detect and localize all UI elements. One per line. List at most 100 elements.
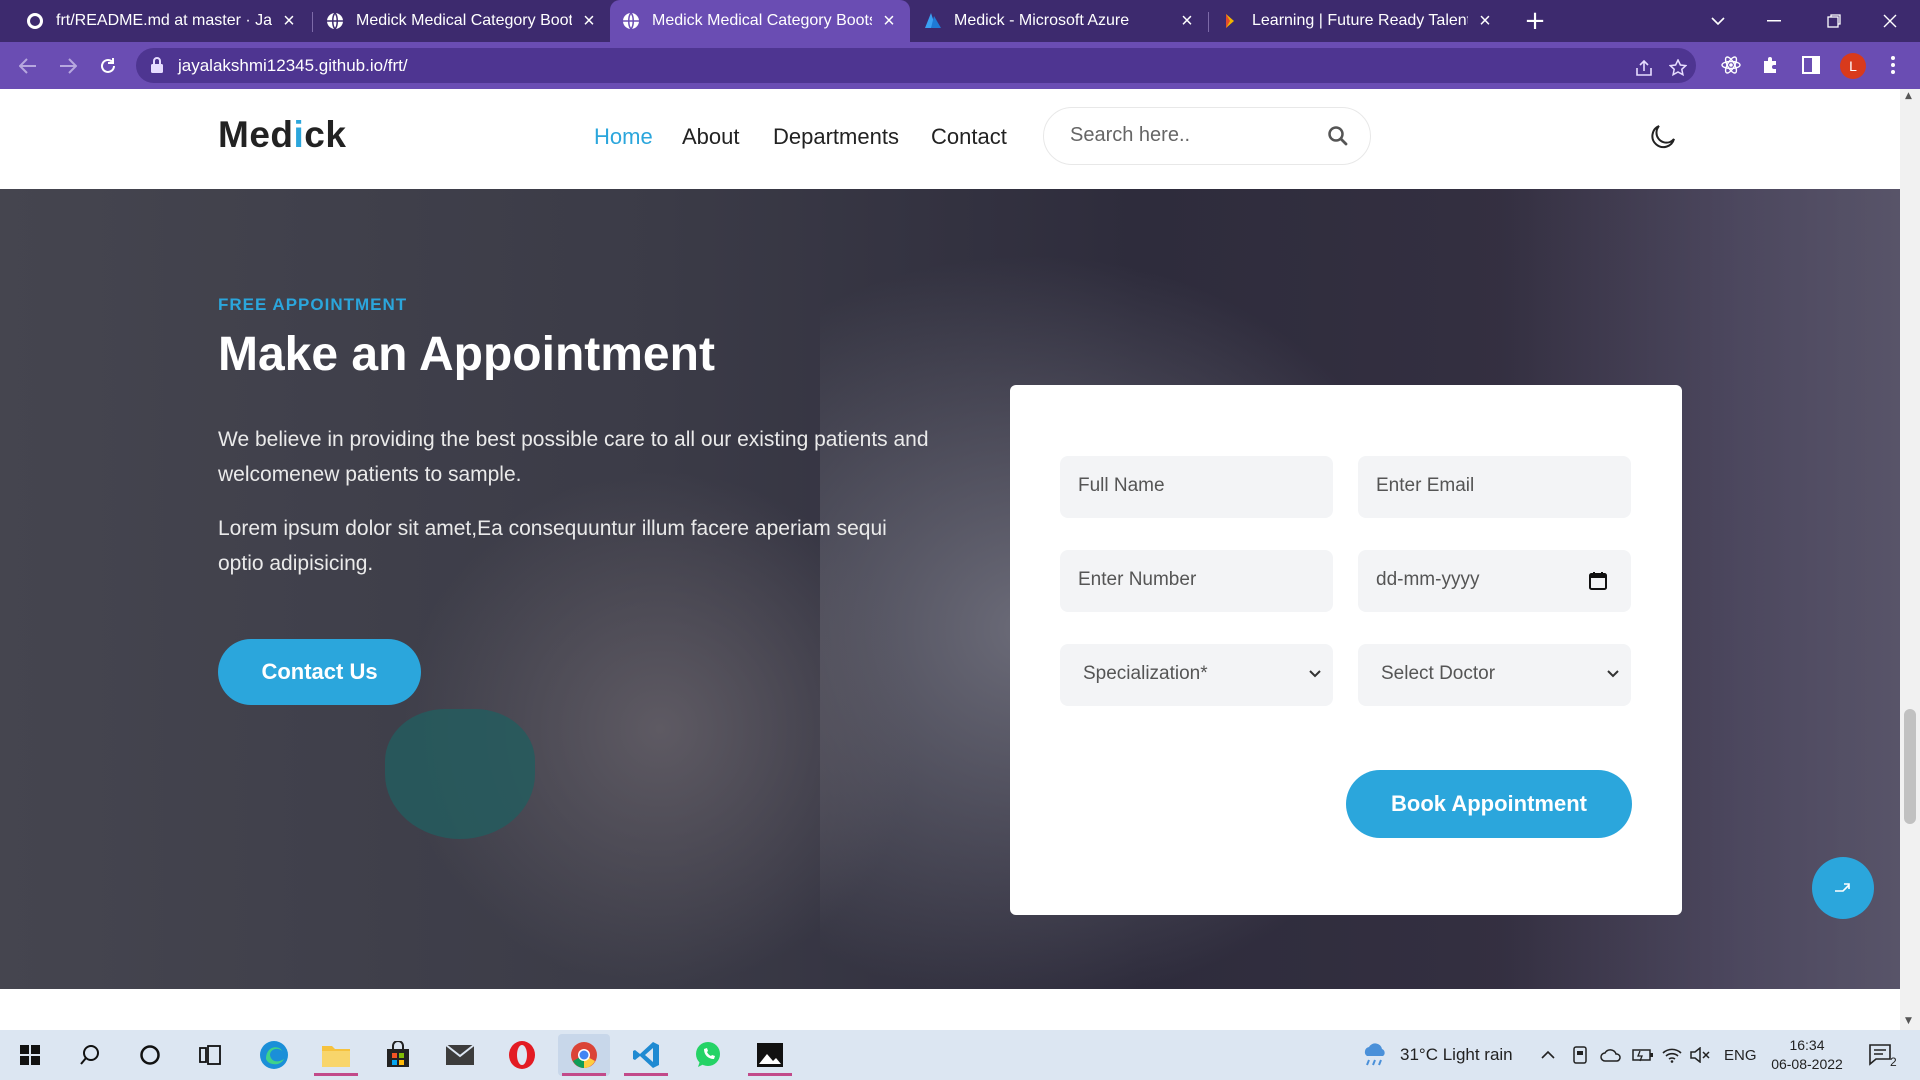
notification-center-icon[interactable]: 2	[1868, 1030, 1897, 1080]
tab-search-icon[interactable]	[1690, 0, 1746, 42]
running-indicator	[624, 1073, 668, 1076]
running-indicator	[562, 1073, 606, 1076]
lock-icon[interactable]	[150, 57, 164, 73]
tab-learning[interactable]: Learning | Future Ready Talent ×	[1210, 0, 1506, 42]
share-icon[interactable]	[1632, 56, 1656, 80]
wifi-icon[interactable]	[1662, 1030, 1682, 1080]
full-name-placeholder: Full Name	[1078, 475, 1165, 496]
tab-title: Medick Medical Category Bootstr	[652, 12, 872, 29]
language-indicator[interactable]: ENG	[1724, 1030, 1757, 1080]
nav-contact[interactable]: Contact	[931, 124, 1007, 150]
minimize-button[interactable]	[1746, 0, 1802, 42]
section-title: Make an Appointment	[218, 328, 715, 381]
tab-readme[interactable]: frt/README.md at master · Jayala ×	[14, 0, 310, 42]
address-bar[interactable]: jayalakshmi12345.github.io/frt/	[136, 48, 1696, 83]
profile-avatar[interactable]: L	[1840, 53, 1866, 79]
task-view-icon[interactable]	[184, 1034, 236, 1076]
nav-departments[interactable]: Departments	[773, 124, 899, 150]
dark-mode-moon-icon[interactable]	[1648, 122, 1678, 152]
clock-date: 06-08-2022	[1771, 1056, 1843, 1072]
page-scrollbar[interactable]: ▲ ▼	[1900, 89, 1920, 1030]
opera-browser-icon[interactable]	[496, 1034, 548, 1076]
book-appointment-button[interactable]: Book Appointment	[1346, 770, 1632, 838]
chrome-browser-icon[interactable]	[558, 1034, 610, 1076]
forward-button[interactable]	[52, 50, 84, 82]
close-tab-icon[interactable]: ×	[880, 10, 898, 33]
phone-number-placeholder: Enter Number	[1078, 569, 1197, 590]
windows-start-icon[interactable]	[4, 1034, 56, 1076]
windows-taskbar: 31°C Light rain ENG 16:34 06-08-2022 2	[0, 1030, 1920, 1080]
extensions-puzzle-icon[interactable]	[1756, 50, 1786, 80]
date-placeholder: dd-mm-yyyy	[1376, 569, 1480, 590]
close-window-button[interactable]	[1862, 0, 1918, 42]
speaker-muted-icon[interactable]	[1690, 1030, 1710, 1080]
reload-button[interactable]	[92, 50, 124, 82]
close-tab-icon[interactable]: ×	[580, 10, 598, 33]
nav-about[interactable]: About	[682, 124, 740, 150]
intro-paragraph: We believe in providing the best possibl…	[218, 428, 929, 486]
appointment-hero: FREE APPOINTMENT Make an Appointment We …	[0, 189, 1900, 989]
date-input[interactable]: dd-mm-yyyy	[1358, 550, 1631, 612]
site-logo[interactable]: Medick	[218, 114, 346, 156]
close-tab-icon[interactable]: ×	[1178, 10, 1196, 33]
photos-icon[interactable]	[744, 1034, 796, 1076]
restore-button[interactable]	[1806, 0, 1862, 42]
chevron-down-icon	[1607, 670, 1619, 678]
microsoft-store-icon[interactable]	[372, 1034, 424, 1076]
device-icon[interactable]	[1572, 1030, 1588, 1080]
mail-icon[interactable]	[434, 1034, 486, 1076]
kebab-menu-icon[interactable]	[1878, 50, 1908, 80]
new-tab-button[interactable]: +	[1520, 6, 1550, 36]
system-clock[interactable]: 16:34 06-08-2022	[1762, 1036, 1852, 1074]
react-devtools-icon[interactable]	[1716, 50, 1746, 80]
nav-home[interactable]: Home	[594, 124, 653, 150]
bookmark-star-icon[interactable]	[1666, 56, 1690, 80]
scroll-down-arrow-icon[interactable]: ▼	[1905, 1016, 1912, 1026]
file-explorer-icon[interactable]	[310, 1034, 362, 1076]
back-to-top-button[interactable]	[1812, 857, 1874, 919]
show-hidden-icons-chevron-up-icon[interactable]	[1540, 1030, 1556, 1080]
tab-separator	[312, 12, 313, 32]
tab-medick-active[interactable]: Medick Medical Category Bootstr ×	[610, 0, 910, 42]
tab-separator	[1208, 12, 1209, 32]
tab-title: Learning | Future Ready Talent	[1252, 12, 1468, 29]
scrollbar-thumb[interactable]	[1904, 709, 1916, 824]
vscode-icon[interactable]	[620, 1034, 672, 1076]
contact-us-button[interactable]: Contact Us	[218, 639, 421, 705]
arrow-up-icon	[1835, 883, 1850, 892]
site-navbar: Medick Home About Departments Contact	[0, 89, 1900, 189]
search-box	[1043, 107, 1371, 165]
tab-title: Medick Medical Category Bootstr	[356, 12, 572, 29]
calendar-icon[interactable]	[1588, 571, 1608, 591]
battery-icon[interactable]	[1632, 1030, 1654, 1080]
phone-number-input[interactable]: Enter Number	[1060, 550, 1333, 612]
close-tab-icon[interactable]: ×	[280, 10, 298, 33]
tab-azure[interactable]: Medick - Microsoft Azure ×	[912, 0, 1208, 42]
web-page: Medick Home About Departments Contact FR…	[0, 89, 1900, 1030]
browser-tab-bar: frt/README.md at master · Jayala × Medic…	[0, 0, 1920, 42]
cortana-icon[interactable]	[124, 1034, 176, 1076]
notification-count-badge: 2	[1890, 1055, 1897, 1069]
onedrive-cloud-icon[interactable]	[1600, 1030, 1622, 1080]
doctor-select[interactable]: Select Doctor	[1358, 644, 1631, 706]
tab-medick-1[interactable]: Medick Medical Category Bootstr ×	[314, 0, 610, 42]
azure-icon	[924, 12, 942, 30]
clock-time: 16:34	[1789, 1037, 1825, 1053]
scroll-up-arrow-icon[interactable]: ▲	[1905, 91, 1912, 101]
specialization-select[interactable]: Specialization*	[1060, 644, 1333, 706]
taskbar-search-icon[interactable]	[64, 1034, 116, 1076]
weather-widget[interactable]: 31°C Light rain	[1360, 1030, 1513, 1080]
rain-cloud-icon	[1364, 1043, 1385, 1066]
section-eyebrow: FREE APPOINTMENT	[218, 295, 408, 314]
search-input[interactable]	[1070, 124, 1300, 147]
side-panel-icon[interactable]	[1796, 50, 1826, 80]
edge-browser-icon[interactable]	[248, 1034, 300, 1076]
search-icon[interactable]	[1327, 125, 1349, 147]
email-placeholder: Enter Email	[1376, 475, 1475, 496]
close-tab-icon[interactable]: ×	[1476, 10, 1494, 33]
whatsapp-icon[interactable]	[682, 1034, 734, 1076]
full-name-input[interactable]: Full Name	[1060, 456, 1333, 518]
back-button[interactable]	[12, 50, 44, 82]
email-input[interactable]: Enter Email	[1358, 456, 1631, 518]
url-text: jayalakshmi12345.github.io/frt/	[178, 56, 408, 75]
